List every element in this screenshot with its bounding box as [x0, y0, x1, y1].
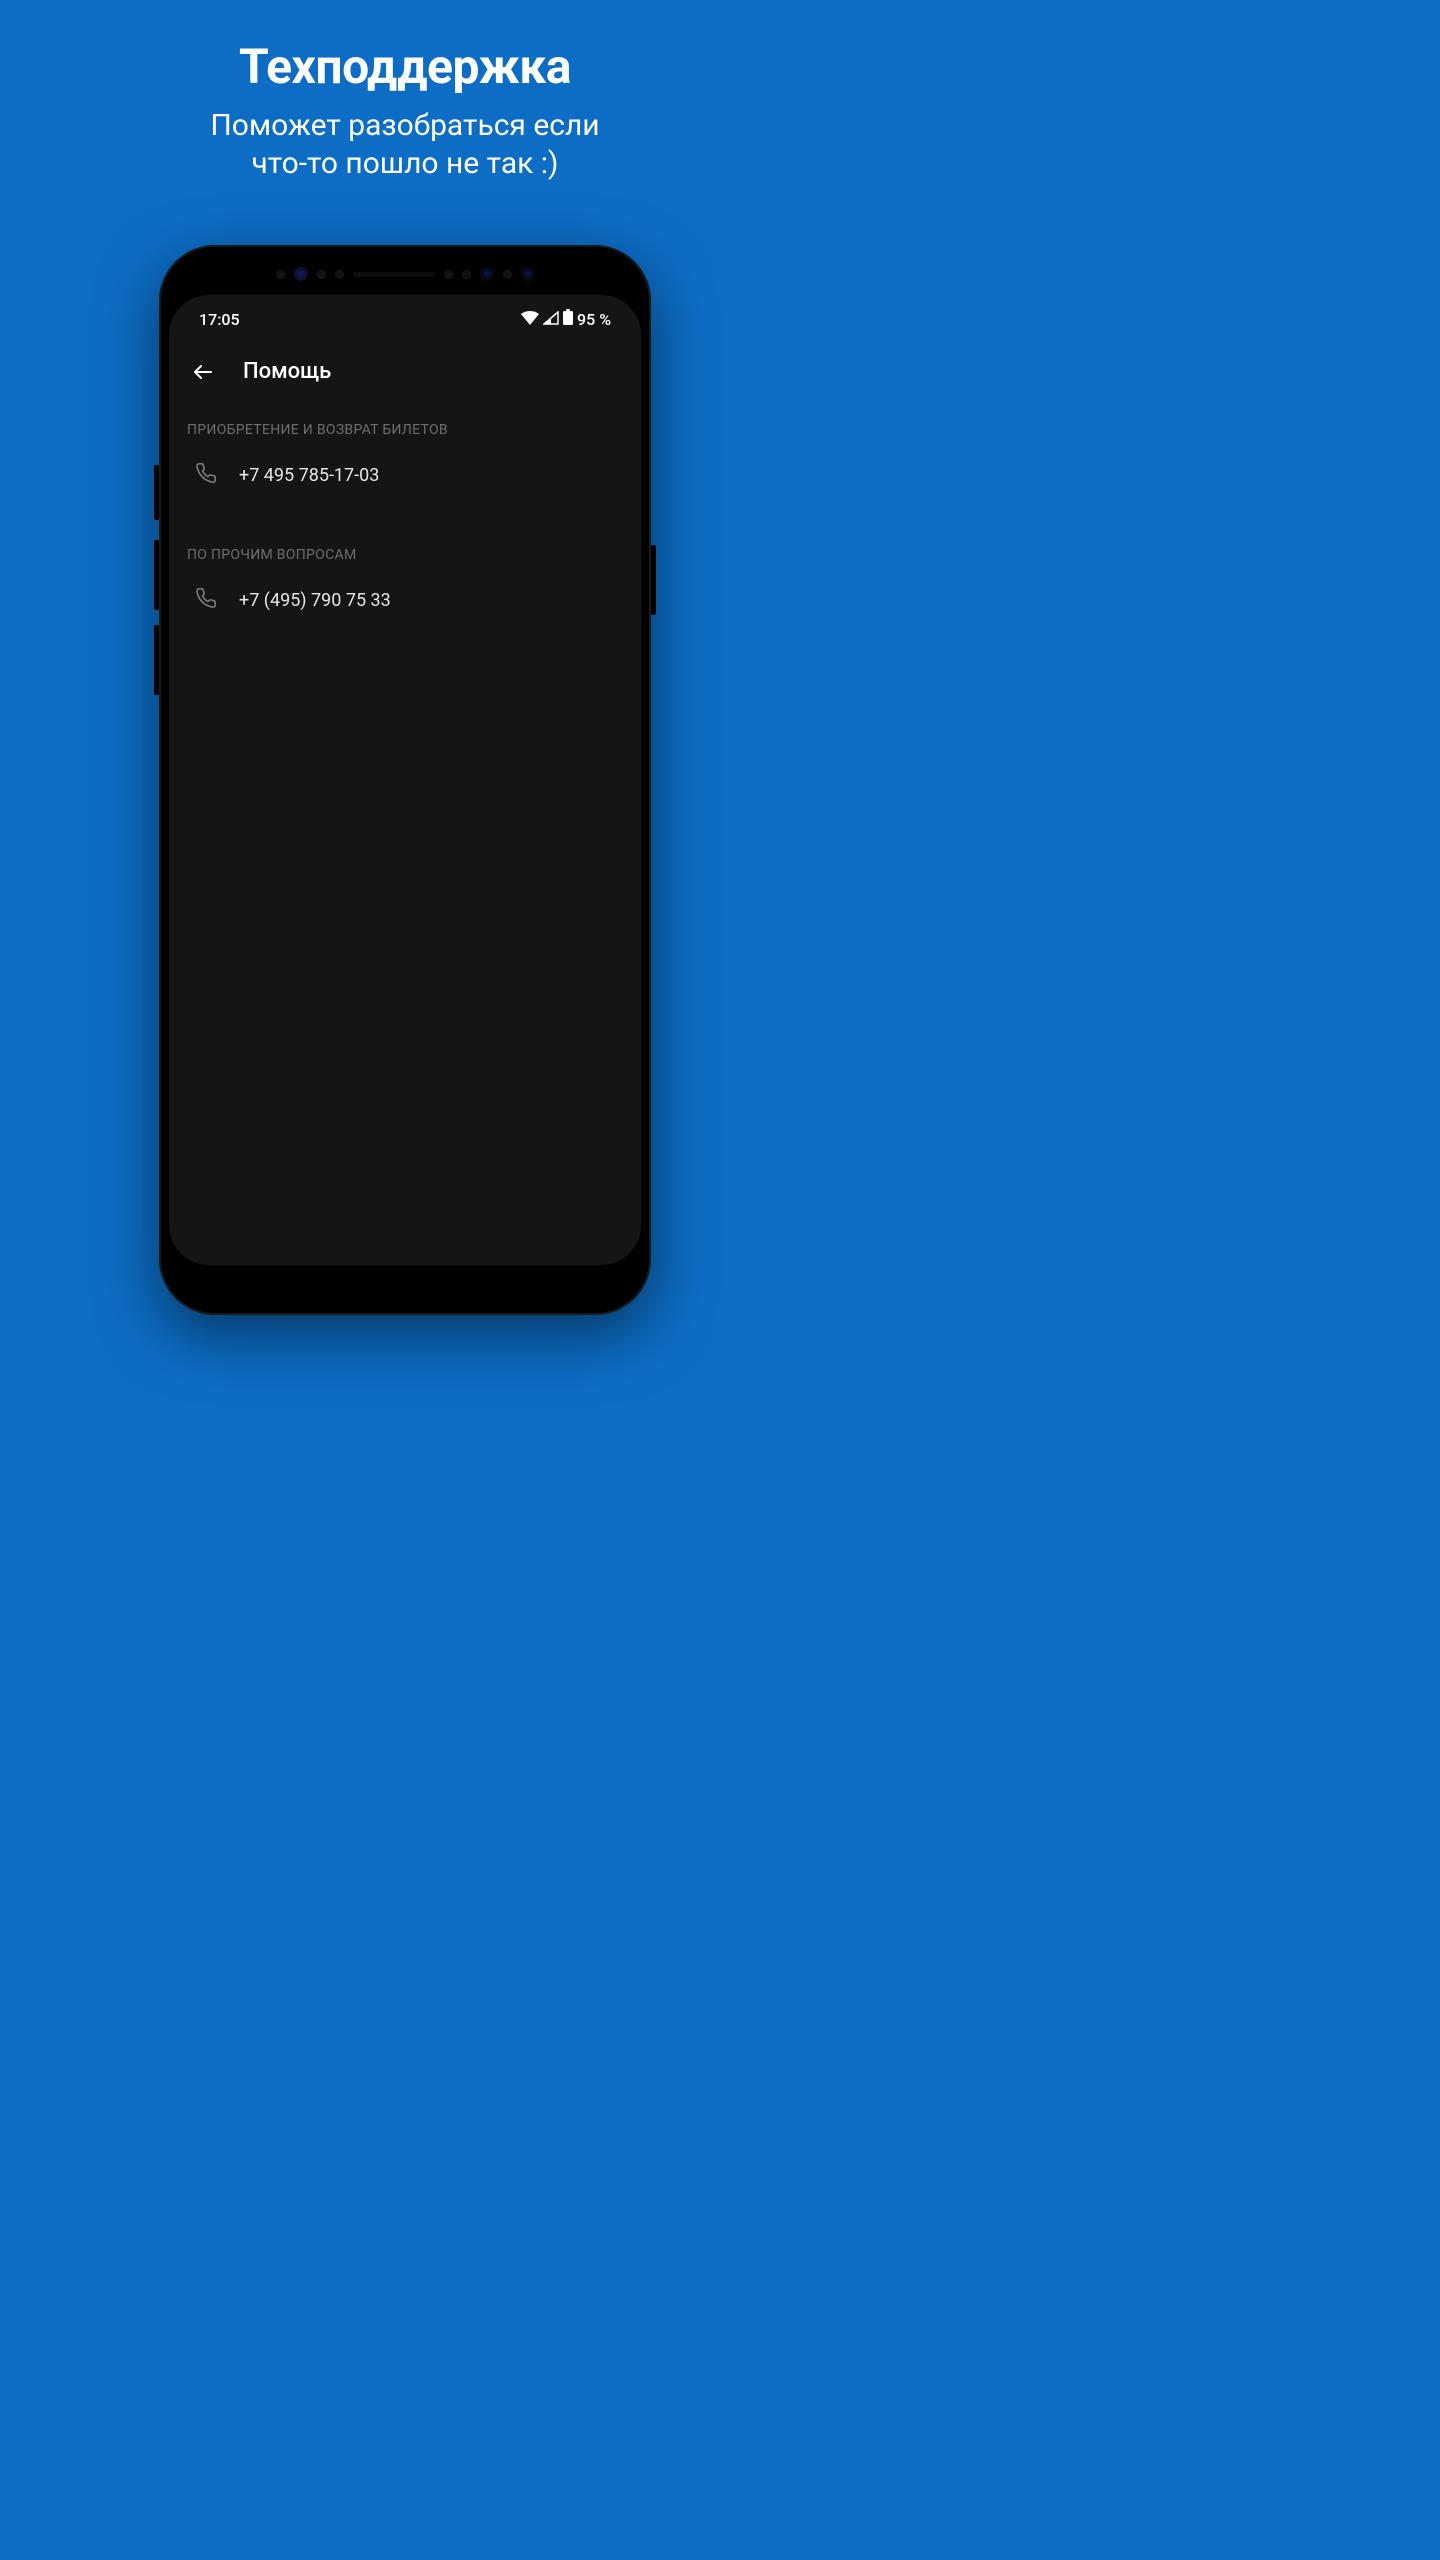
sensor-dot — [444, 270, 453, 279]
signal-icon — [543, 310, 559, 329]
back-icon[interactable] — [191, 360, 215, 384]
phone-sensor-bar — [159, 267, 651, 281]
phone-body: 17:05 95 % Помо — [159, 245, 651, 1315]
sensor-dot — [335, 270, 344, 279]
wifi-icon — [521, 310, 539, 329]
sensor-dot — [503, 270, 512, 279]
phone-row-other[interactable]: +7 (495) 790 75 33 — [187, 573, 623, 628]
section-header: ПРИОБРЕТЕНИЕ И ВОЗВРАТ БИЛЕТОВ — [187, 402, 623, 448]
front-camera — [480, 267, 494, 281]
earpiece-speaker — [353, 272, 435, 277]
phone-number: +7 (495) 790 75 33 — [239, 590, 391, 611]
app-bar-title: Помощь — [243, 359, 331, 384]
status-bar: 17:05 95 % — [169, 295, 641, 329]
front-camera — [521, 267, 535, 281]
phone-side-button — [651, 545, 656, 615]
battery-icon — [563, 309, 573, 329]
phone-screen: 17:05 95 % Помо — [169, 295, 641, 1265]
phone-icon — [195, 587, 217, 614]
promo-header: Техподдержка Поможет разобраться если чт… — [0, 0, 810, 182]
app-bar: Помощь — [169, 329, 641, 402]
section-header: ПО ПРОЧИМ ВОПРОСАМ — [187, 527, 623, 573]
battery-percent: 95 % — [577, 310, 611, 329]
status-right: 95 % — [521, 309, 611, 329]
status-time: 17:05 — [199, 310, 240, 329]
promo-subtitle-line2: что-то пошло не так :) — [251, 146, 558, 181]
sensor-dot — [462, 270, 471, 279]
phone-mockup: 17:05 95 % Помо — [159, 245, 651, 1315]
content: ПРИОБРЕТЕНИЕ И ВОЗВРАТ БИЛЕТОВ +7 495 78… — [169, 402, 641, 628]
phone-icon — [195, 462, 217, 489]
phone-row-tickets[interactable]: +7 495 785-17-03 — [187, 448, 623, 503]
phone-number: +7 495 785-17-03 — [239, 465, 379, 486]
promo-title: Техподдержка — [0, 38, 810, 95]
sensor-dot — [276, 270, 285, 279]
promo-subtitle-line1: Поможет разобраться если — [210, 108, 599, 143]
sensor-dot — [317, 270, 326, 279]
iris-sensor — [294, 267, 308, 281]
promo-subtitle: Поможет разобраться если что-то пошло не… — [0, 107, 810, 182]
